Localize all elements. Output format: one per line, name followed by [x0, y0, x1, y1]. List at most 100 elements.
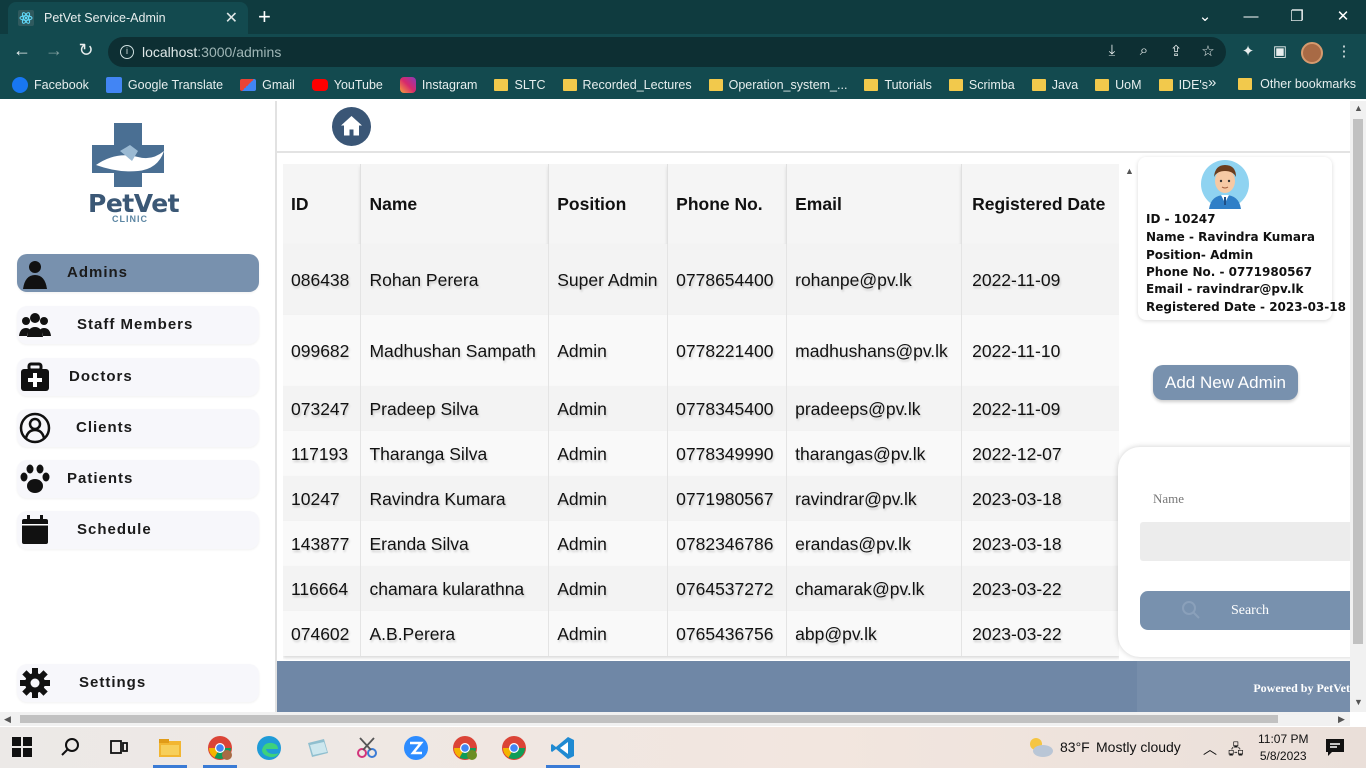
tray-chevron-icon[interactable]: ︿	[1203, 739, 1217, 759]
profile-avatar[interactable]	[1296, 42, 1328, 68]
bookmark-gmail[interactable]: Gmail	[240, 78, 295, 92]
profile-email: Email - ravindrar@pv.lk	[1146, 282, 1304, 296]
cell-name: Rohan Perera	[360, 244, 550, 315]
scrollbar-thumb[interactable]	[20, 715, 1278, 723]
sidebar-item-schedule[interactable]: Schedule	[17, 511, 259, 549]
sidebar-item-admins[interactable]: Admins	[17, 254, 259, 292]
add-new-admin-button[interactable]: Add New Admin	[1153, 365, 1298, 400]
chrome-icon[interactable]	[501, 735, 527, 761]
chrome-icon[interactable]	[452, 735, 478, 761]
table-row[interactable]: 099682 Madhushan Sampath Admin 077822140…	[283, 315, 1119, 386]
facebook-icon	[12, 76, 28, 93]
minimize-button[interactable]: —	[1228, 0, 1274, 32]
network-icon[interactable]: 🖧	[1228, 739, 1244, 763]
column-header-name[interactable]: Name	[360, 164, 550, 244]
cell-phone: 0771980567	[667, 476, 788, 521]
task-view-icon[interactable]	[108, 736, 130, 758]
cell-id: 116664	[283, 566, 362, 611]
file-explorer-icon[interactable]	[157, 735, 183, 761]
notification-icon[interactable]	[1324, 736, 1346, 758]
scroll-up-icon[interactable]: ▲	[1354, 103, 1363, 113]
page-vertical-scrollbar[interactable]: ▲ ▼	[1350, 101, 1366, 712]
bookmark-google-translate[interactable]: Google Translate	[105, 76, 223, 93]
table-row[interactable]: 117193 Tharanga Silva Admin 0778349990 t…	[283, 431, 1119, 476]
search-icon[interactable]	[60, 736, 82, 758]
browser-tab[interactable]: PetVet Service-Admin ✕	[8, 2, 248, 34]
tab-search-icon[interactable]: ⌄	[1182, 0, 1228, 32]
weather-cloudy-icon[interactable]	[1026, 734, 1054, 760]
weather-description[interactable]: Mostly cloudy	[1096, 739, 1181, 755]
restore-button[interactable]: ❐	[1274, 0, 1320, 32]
table-row[interactable]: 086438 Rohan Perera Super Admin 07786544…	[283, 244, 1119, 315]
other-bookmarks[interactable]: Other bookmarks	[1238, 77, 1356, 91]
notes-app-icon[interactable]	[305, 735, 331, 761]
close-window-button[interactable]: ✕	[1320, 0, 1366, 32]
windows-start-icon[interactable]	[12, 737, 32, 757]
snipping-tool-icon[interactable]	[354, 735, 380, 761]
more-bookmarks-icon[interactable]: »	[1208, 74, 1216, 91]
column-header-registered-date[interactable]: Registered Date	[961, 164, 1119, 244]
zoom-icon[interactable]: ⌕	[1128, 42, 1160, 60]
footer-text: Powered by PetVet	[1253, 681, 1350, 695]
cell-date: 2023-03-18	[961, 521, 1119, 566]
bookmark-star-icon[interactable]: ☆	[1192, 42, 1224, 60]
bookmark-folder[interactable]: IDE's	[1158, 78, 1208, 92]
forward-icon[interactable]: →	[42, 40, 66, 61]
bookmark-instagram[interactable]: Instagram	[399, 76, 477, 93]
weather-temp[interactable]: 83°F	[1060, 739, 1090, 755]
chrome-profile-icon[interactable]	[207, 735, 233, 761]
column-header-phone[interactable]: Phone No.	[667, 164, 788, 244]
sidebar-item-doctors[interactable]: Doctors	[17, 358, 259, 396]
bookmark-folder[interactable]: UoM	[1095, 78, 1142, 92]
edge-icon[interactable]	[256, 735, 282, 761]
scroll-down-icon[interactable]: ▼	[1354, 697, 1363, 707]
search-name-input[interactable]	[1140, 522, 1358, 561]
bookmark-folder[interactable]: Java	[1031, 78, 1078, 92]
column-header-position[interactable]: Position	[548, 164, 669, 244]
scrollbar-thumb[interactable]	[1353, 119, 1363, 644]
scroll-left-icon[interactable]: ◀	[4, 714, 11, 725]
cell-email: abp@pv.lk	[786, 611, 963, 656]
close-tab-icon[interactable]: ✕	[225, 8, 238, 28]
install-icon[interactable]: ⤓	[1096, 42, 1128, 60]
bookmark-folder[interactable]: Tutorials	[864, 78, 932, 92]
scroll-right-icon[interactable]: ▶	[1338, 714, 1345, 725]
bookmark-youtube[interactable]: YouTube	[311, 78, 383, 92]
sidebar-item-label: Staff Members	[77, 316, 194, 333]
scroll-up-icon[interactable]: ▲	[1125, 166, 1134, 176]
side-panel-icon[interactable]: ▣	[1264, 42, 1296, 68]
bookmark-facebook[interactable]: Facebook	[12, 76, 89, 93]
sidebar-item-settings[interactable]: Settings	[17, 664, 259, 702]
reload-icon[interactable]: ↻	[74, 40, 98, 61]
bookmark-folder[interactable]: Operation_system_...	[708, 78, 847, 92]
column-header-id[interactable]: ID	[283, 164, 362, 244]
search-name-label: Name	[1153, 491, 1185, 506]
new-tab-button[interactable]: +	[258, 4, 271, 30]
table-row[interactable]: 143877 Eranda Silva Admin 0782346786 era…	[283, 521, 1119, 566]
extensions-icon[interactable]: ✦	[1232, 42, 1264, 68]
bookmark-folder[interactable]: Recorded_Lectures	[562, 78, 692, 92]
share-icon[interactable]: ⇪	[1160, 42, 1192, 60]
url-field[interactable]: i localhost:3000/admins	[108, 37, 1226, 67]
sidebar-item-clients[interactable]: Clients	[17, 409, 259, 447]
sidebar-item-staff-members[interactable]: Staff Members	[17, 306, 259, 344]
cell-position: Admin	[548, 566, 669, 611]
vscode-icon[interactable]	[550, 735, 576, 761]
search-button[interactable]: Search	[1140, 591, 1358, 630]
site-info-icon[interactable]: i	[120, 45, 134, 59]
menu-icon[interactable]: ⋮	[1328, 42, 1360, 68]
zoom-app-icon[interactable]	[403, 735, 429, 761]
table-row[interactable]: 10247 Ravindra Kumara Admin 0771980567 r…	[283, 476, 1119, 521]
bookmark-folder[interactable]: Scrimba	[948, 78, 1015, 92]
back-icon[interactable]: ←	[10, 40, 34, 61]
home-button[interactable]	[332, 107, 371, 146]
profile-id: ID - 10247	[1146, 212, 1216, 226]
page-horizontal-scrollbar[interactable]: ◀ ▶	[0, 712, 1350, 726]
table-row[interactable]: 074602 A.B.Perera Admin 0765436756 abp@p…	[283, 611, 1119, 656]
sidebar-item-patients[interactable]: Patients	[17, 460, 259, 498]
table-row[interactable]: 116664 chamara kularathna Admin 07645372…	[283, 566, 1119, 611]
table-row[interactable]: 073247 Pradeep Silva Admin 0778345400 pr…	[283, 386, 1119, 431]
bookmark-folder[interactable]: SLTC	[494, 78, 546, 92]
column-header-email[interactable]: Email	[786, 164, 963, 244]
clock[interactable]: 11:07 PM 5/8/2023	[1258, 731, 1308, 765]
